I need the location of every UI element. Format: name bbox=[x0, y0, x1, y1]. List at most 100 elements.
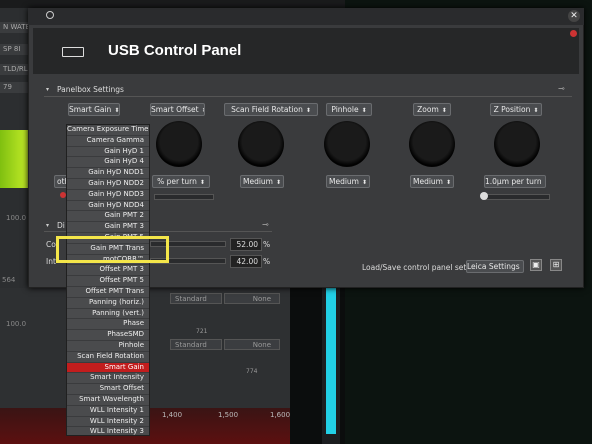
pin-icon[interactable]: ⊸ bbox=[558, 84, 565, 93]
bg-scale: 564 bbox=[2, 276, 16, 284]
column-selector-4[interactable]: Pinhole ⬍ bbox=[326, 103, 372, 116]
row-label: Int bbox=[46, 257, 56, 266]
dropdown-item[interactable]: Panning (horiz.) bbox=[67, 298, 149, 309]
slider-6[interactable] bbox=[482, 194, 550, 200]
dropdown-item[interactable]: Offset PMT Trans bbox=[67, 287, 149, 298]
dropdown-item[interactable]: Gain HyD 4 bbox=[67, 157, 149, 169]
column-selector-6[interactable]: Z Position ⬍ bbox=[490, 103, 542, 116]
settings-select-label: Leica Settings bbox=[467, 262, 520, 271]
dropdown-item[interactable]: Scan Field Rotation bbox=[67, 352, 149, 363]
dropdown-item[interactable]: Gain HyD NDD2 bbox=[67, 179, 149, 190]
dropdown-item[interactable]: Offset PMT 5 bbox=[67, 276, 149, 287]
step-selector-2[interactable]: % per turn ⬍ bbox=[152, 175, 210, 188]
bg-standard-select[interactable]: Standard bbox=[170, 293, 222, 304]
knob-6[interactable] bbox=[494, 121, 540, 167]
step-selector-3[interactable]: Medium ⬍ bbox=[240, 175, 284, 188]
settings-select[interactable]: Leica Settings⬍ bbox=[466, 260, 524, 273]
step-selector-5[interactable]: Medium ⬍ bbox=[410, 175, 454, 188]
window-titlebar[interactable] bbox=[28, 8, 584, 25]
bg-none-select[interactable]: None bbox=[224, 339, 280, 350]
dropdown-item[interactable]: Smart Gain bbox=[67, 362, 149, 374]
dropdown-item[interactable]: Gain PMT 3 bbox=[67, 222, 149, 233]
dropdown-item[interactable]: WLL Intensity 3 bbox=[67, 427, 149, 435]
collapse-icon[interactable]: ▾ bbox=[46, 86, 49, 93]
knob-5[interactable] bbox=[409, 121, 455, 167]
column-selector-2[interactable]: Smart Offset⬍ bbox=[150, 103, 205, 116]
collapse-icon[interactable]: ▾ bbox=[46, 222, 49, 229]
dropdown-item[interactable]: Pinhole bbox=[67, 341, 149, 352]
bg-scale: 100.0 bbox=[6, 214, 27, 222]
selector-label: Zoom bbox=[417, 105, 439, 114]
selector-label: Pinhole bbox=[331, 105, 359, 114]
selector-label: Z Position bbox=[493, 105, 531, 114]
column-selector-5[interactable]: Zoom ⬍ bbox=[413, 103, 451, 116]
selector-label: Smart Offset bbox=[151, 105, 199, 114]
window-pin-icon[interactable] bbox=[46, 11, 54, 19]
bg-number: 721 bbox=[196, 328, 208, 335]
section-display-title: Di bbox=[57, 221, 65, 230]
ruler-tick: 1,500 bbox=[218, 411, 239, 419]
row-label: Co bbox=[46, 240, 56, 249]
dropdown-item[interactable]: Phase bbox=[67, 319, 149, 331]
usb-device-icon bbox=[62, 47, 84, 57]
dropdown-item[interactable]: Gain HyD NDD4 bbox=[67, 201, 149, 212]
knob-4[interactable] bbox=[324, 121, 370, 167]
highlight-box bbox=[56, 236, 169, 263]
bg-field: N WATER bbox=[0, 22, 31, 33]
save-icon[interactable]: ▣ bbox=[530, 259, 542, 271]
step-label: Medium bbox=[242, 177, 273, 186]
dropdown-item[interactable]: Gain HyD 1 bbox=[67, 147, 149, 158]
step-selector-6[interactable]: 1.0µm per turn⬍ bbox=[484, 175, 546, 188]
dropdown-item[interactable]: Gain HyD NDD1 bbox=[67, 168, 149, 179]
ruler-tick: 1,400 bbox=[162, 411, 183, 419]
bg-standard-select[interactable]: Standard bbox=[170, 339, 222, 350]
selector-label: Scan Field Rotation bbox=[231, 105, 303, 114]
smart-gain-dropdown-list[interactable]: Camera Exposure Time Camera Gamma Gain HyD… bbox=[66, 124, 150, 436]
slider-handle[interactable] bbox=[480, 192, 488, 200]
step-selector-4[interactable]: Medium ⬍ bbox=[326, 175, 370, 188]
page-title: USB Control Panel bbox=[108, 42, 242, 59]
divider bbox=[44, 96, 572, 97]
intensity-value[interactable]: 42.00 bbox=[230, 255, 262, 268]
bg-field: SP 8I bbox=[0, 44, 31, 55]
unit: % bbox=[263, 240, 271, 249]
step-label: Medium bbox=[412, 177, 443, 186]
unit: % bbox=[263, 257, 271, 266]
bg-scale: 100.0 bbox=[6, 320, 27, 328]
close-icon[interactable]: ✕ bbox=[568, 10, 580, 22]
column-selector-1[interactable]: Smart Gain ⬍ bbox=[68, 103, 120, 116]
slider-2[interactable] bbox=[154, 194, 214, 200]
bg-number: 774 bbox=[246, 368, 258, 375]
dropdown-item[interactable]: Smart Intensity bbox=[67, 373, 149, 385]
dropdown-item[interactable]: Smart Wavelength bbox=[67, 395, 149, 406]
contrast-value[interactable]: 52.00 bbox=[230, 238, 262, 251]
dropdown-item[interactable]: Smart Offset bbox=[67, 384, 149, 395]
bg-field: TLD/RLD bbox=[0, 64, 31, 75]
section-panelbox-title: Panelbox Settings bbox=[57, 85, 124, 94]
load-icon[interactable]: ⊞ bbox=[550, 259, 562, 271]
dropdown-item[interactable]: WLL Intensity 2 bbox=[67, 417, 149, 428]
step-label: 1.0µm per turn bbox=[485, 177, 542, 186]
pin-icon[interactable]: ⊸ bbox=[262, 220, 269, 229]
dropdown-item[interactable]: Gain PMT 2 bbox=[67, 211, 149, 223]
knob-2[interactable] bbox=[156, 121, 202, 167]
dropdown-item[interactable]: Offset PMT 3 bbox=[67, 265, 149, 277]
dropdown-item[interactable]: Gain HyD NDD3 bbox=[67, 190, 149, 201]
dropdown-item[interactable]: Camera Gamma bbox=[67, 136, 149, 147]
bg-histogram bbox=[0, 130, 30, 188]
dropdown-item[interactable]: Panning (vert.) bbox=[67, 309, 149, 320]
load-save-label: Load/Save control panel setting bbox=[362, 263, 481, 272]
knob-3[interactable] bbox=[238, 121, 284, 167]
column-selector-3[interactable]: Scan Field Rotation ⬍ bbox=[224, 103, 318, 116]
bg-field: 79 bbox=[0, 82, 31, 93]
selector-label: Smart Gain bbox=[69, 105, 112, 114]
bg-cyan-slider[interactable] bbox=[326, 284, 336, 434]
dropdown-item[interactable]: WLL Intensity 1 bbox=[67, 406, 149, 417]
bg-none-select[interactable]: None bbox=[224, 293, 280, 304]
ruler-tick: 1,600 bbox=[270, 411, 291, 419]
bg-top-bar bbox=[0, 0, 345, 8]
info-icon[interactable] bbox=[570, 30, 577, 37]
dropdown-item[interactable]: PhaseSMD bbox=[67, 330, 149, 341]
step-label: % per turn bbox=[157, 177, 197, 186]
dropdown-item[interactable]: Camera Exposure Time bbox=[67, 125, 149, 136]
